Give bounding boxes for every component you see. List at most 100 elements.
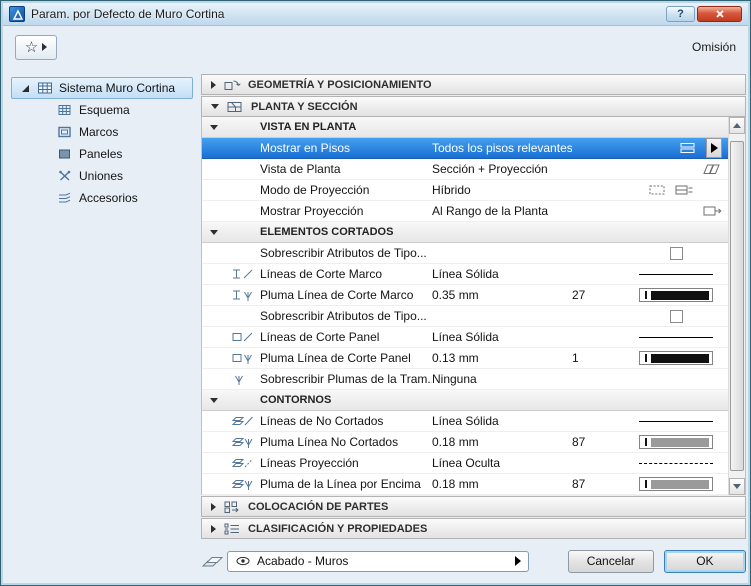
- param-label: Líneas de Corte Marco: [260, 267, 383, 281]
- param-label: Pluma Línea de Corte Marco: [260, 288, 414, 302]
- pen-preview[interactable]: [639, 435, 713, 449]
- param-value[interactable]: Línea Oculta: [432, 456, 572, 470]
- param-value[interactable]: 0.35 mm: [432, 288, 572, 302]
- param-value[interactable]: Línea Sólida: [432, 414, 572, 428]
- param-value[interactable]: Al Rango de la Planta: [432, 204, 572, 218]
- plan-section-icon: [227, 101, 242, 112]
- scroll-up-button[interactable]: [729, 117, 745, 134]
- param-value[interactable]: Híbrido: [432, 183, 572, 197]
- override-attributes-checkbox[interactable]: [669, 309, 683, 323]
- param-label: Pluma Línea No Cortados: [260, 435, 399, 449]
- tree-item-paneles[interactable]: Paneles: [11, 143, 193, 165]
- row-sobrescribir-plumas-trama[interactable]: Sobrescribir Plumas de la Tram... Ningun…: [202, 369, 728, 390]
- row-pluma-linea-corte-marco[interactable]: Pluma Línea de Corte Marco 0.35 mm 27: [202, 285, 728, 306]
- param-label: Vista de Planta: [260, 162, 341, 176]
- tree-item-marcos[interactable]: Marcos: [11, 121, 193, 143]
- geometry-position-icon: [224, 79, 241, 90]
- dashed-projection-icon: [649, 185, 665, 195]
- pen-number: 87: [572, 477, 586, 491]
- row-lineas-no-cortados[interactable]: Líneas de No Cortados Línea Sólida: [202, 411, 728, 432]
- section-geometria-y-posicionamiento[interactable]: GEOMETRÍA Y POSICIONAMIENTO: [201, 74, 746, 95]
- tree-item-accesorios[interactable]: Accesorios: [11, 187, 193, 209]
- line-type-preview[interactable]: [639, 273, 713, 275]
- frame-cut-pen-icon: [233, 290, 252, 301]
- tree-item-esquema[interactable]: Esquema: [11, 99, 193, 121]
- row-lineas-de-corte-marco[interactable]: Líneas de Corte Marco Línea Sólida: [202, 264, 728, 285]
- fill-pen-icon: [235, 375, 243, 385]
- help-button[interactable]: ?: [666, 6, 695, 22]
- param-value[interactable]: Sección + Proyección: [432, 162, 572, 176]
- param-value[interactable]: Línea Sólida: [432, 267, 572, 281]
- row-mostrar-proyeccion[interactable]: Mostrar Proyección Al Rango de la Planta: [202, 201, 728, 222]
- settings-panels: GEOMETRÍA Y POSICIONAMIENTO PLANTA Y SEC…: [201, 73, 746, 539]
- scroll-up-icon: [733, 123, 741, 128]
- param-value[interactable]: 0.13 mm: [432, 351, 572, 365]
- vertical-scrollbar[interactable]: [728, 117, 745, 495]
- param-label: Modo de Proyección: [260, 183, 370, 197]
- row-lineas-de-corte-panel[interactable]: Líneas de Corte Panel Línea Sólida: [202, 327, 728, 348]
- group-expander-icon[interactable]: [210, 124, 218, 130]
- group-title: VISTA EN PLANTA: [260, 121, 357, 133]
- line-type-preview[interactable]: [639, 462, 713, 464]
- pen-preview[interactable]: [639, 351, 713, 365]
- ok-button[interactable]: OK: [663, 549, 746, 573]
- dialog-toolbar: ☆ Omisión: [3, 27, 748, 67]
- pen-preview[interactable]: [639, 477, 713, 491]
- close-button[interactable]: [697, 6, 742, 22]
- param-label: Sobrescribir Atributos de Tipo...: [260, 309, 427, 323]
- group-elementos-cortados[interactable]: ELEMENTOS CORTADOS: [202, 222, 728, 243]
- row-lineas-proyeccion[interactable]: Líneas Proyección Línea Oculta: [202, 453, 728, 474]
- override-attributes-checkbox[interactable]: [669, 246, 683, 260]
- group-expander-icon[interactable]: [210, 229, 218, 235]
- param-label: Sobrescribir Atributos de Tipo...: [260, 246, 427, 260]
- row-pluma-linea-por-encima[interactable]: Pluma de la Línea por Encima 0.18 mm 87: [202, 474, 728, 495]
- frame-cut-line-icon: [233, 269, 253, 279]
- window-title: Param. por Defecto de Muro Cortina: [31, 7, 225, 21]
- row-vista-de-planta[interactable]: Vista de Planta Sección + Proyección: [202, 159, 728, 180]
- row-pluma-linea-no-cortados[interactable]: Pluma Línea No Cortados 0.18 mm 87: [202, 432, 728, 453]
- param-value[interactable]: 0.18 mm: [432, 435, 572, 449]
- group-expander-icon[interactable]: [210, 397, 218, 403]
- section-planta-y-seccion[interactable]: PLANTA Y SECCIÓN: [201, 96, 746, 117]
- tree-item-sistema-muro-cortina[interactable]: Sistema Muro Cortina: [11, 77, 193, 99]
- tree-item-label: Paneles: [79, 147, 123, 161]
- cancel-button[interactable]: Cancelar: [567, 549, 654, 573]
- param-value[interactable]: 0.18 mm: [432, 477, 572, 491]
- section-title: PLANTA Y SECCIÓN: [251, 100, 358, 113]
- line-type-preview[interactable]: [639, 336, 713, 338]
- panel-cut-line-icon: [232, 332, 253, 342]
- row-modo-de-proyeccion[interactable]: Modo de Proyección Híbrido: [202, 180, 728, 201]
- row-mostrar-en-pisos[interactable]: Mostrar en Pisos Todos los pisos relevan…: [202, 138, 728, 159]
- param-label: Pluma de la Línea por Encima: [260, 477, 421, 491]
- row-sobrescribir-atributos-marco[interactable]: Sobrescribir Atributos de Tipo...: [202, 243, 728, 264]
- archicad-app-icon: [9, 6, 25, 22]
- classification-icon: [224, 523, 239, 534]
- tree-item-uniones[interactable]: Uniones: [11, 165, 193, 187]
- param-value[interactable]: Todos los pisos relevantes: [432, 141, 572, 155]
- section-clasificacion-y-propiedades[interactable]: CLASIFICACIÓN Y PROPIEDADES: [201, 518, 746, 539]
- param-label: Líneas Proyección: [260, 456, 359, 470]
- layer-combo[interactable]: Acabado - Muros: [227, 550, 529, 572]
- tree-expander-icon[interactable]: [22, 84, 29, 92]
- accessories-icon: [59, 192, 71, 203]
- row-sobrescribir-atributos-panel[interactable]: Sobrescribir Atributos de Tipo...: [202, 306, 728, 327]
- group-vista-en-planta[interactable]: VISTA EN PLANTA: [202, 117, 728, 138]
- stories-flyout-button[interactable]: [706, 138, 722, 158]
- scroll-down-button[interactable]: [729, 478, 745, 495]
- param-value[interactable]: Ninguna: [432, 372, 572, 386]
- titlebar[interactable]: Param. por Defecto de Muro Cortina ?: [3, 3, 748, 26]
- star-icon: ☆: [24, 38, 39, 56]
- row-pluma-linea-corte-panel[interactable]: Pluma Línea de Corte Panel 0.13 mm 1: [202, 348, 728, 369]
- panel-cut-pen-icon: [232, 354, 252, 364]
- scrollbar-thumb[interactable]: [730, 141, 744, 471]
- group-contornos[interactable]: CONTORNOS: [202, 390, 728, 411]
- favorites-button[interactable]: ☆: [15, 34, 57, 60]
- tree-item-label: Uniones: [79, 169, 124, 183]
- pen-preview[interactable]: [639, 288, 713, 302]
- panels-icon: [59, 149, 70, 159]
- combo-flyout-arrow-icon: [514, 556, 521, 566]
- section-colocacion-de-partes[interactable]: COLOCACIÓN DE PARTES: [201, 496, 746, 517]
- collapsed-arrow-icon: [211, 80, 216, 89]
- line-type-preview[interactable]: [639, 420, 713, 422]
- param-value[interactable]: Línea Sólida: [432, 330, 572, 344]
